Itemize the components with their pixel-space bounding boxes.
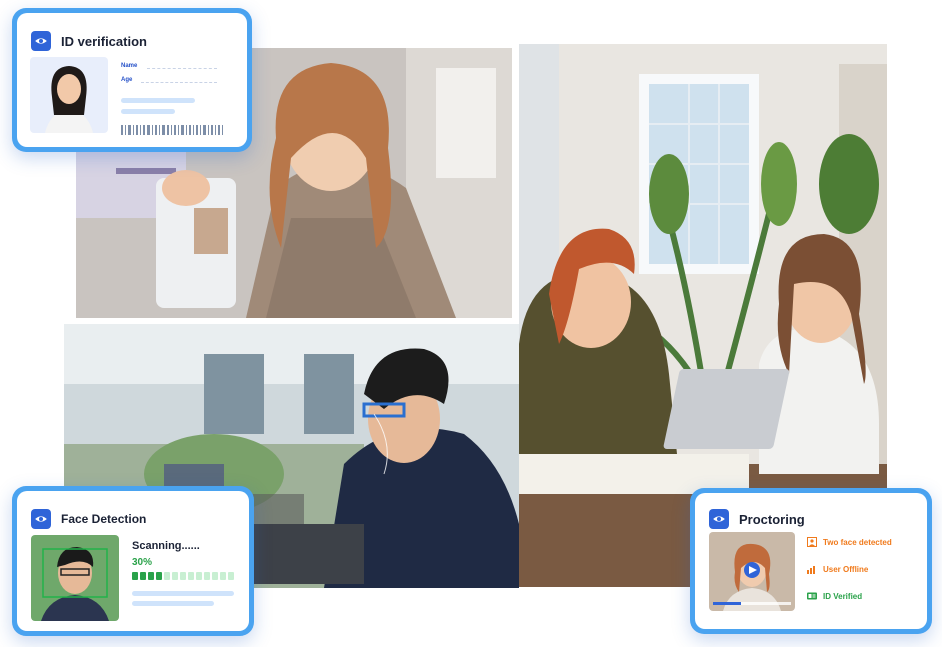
- name-field-line: [147, 68, 217, 69]
- face-detection-card: Face Detection Scanning...... 30%: [12, 486, 254, 636]
- age-label: Age: [121, 77, 133, 83]
- barcode: [121, 125, 233, 135]
- video-thumbnail[interactable]: [709, 532, 795, 611]
- id-portrait: [30, 57, 108, 133]
- card-title: ID verification: [61, 33, 147, 49]
- signal-icon: [807, 566, 815, 574]
- person-icon: [807, 537, 817, 547]
- info-bar: [121, 109, 175, 114]
- card-title: Proctoring: [739, 511, 805, 527]
- eye-icon: [31, 509, 51, 529]
- alert-id-verified: ID Verified: [807, 591, 862, 601]
- face-thumbnail: [31, 535, 119, 621]
- info-bar: [132, 601, 214, 606]
- id-card-icon: [807, 592, 817, 600]
- info-bar: [121, 98, 195, 103]
- scan-progress-bar: [132, 572, 234, 580]
- card-title: Face Detection: [61, 512, 147, 526]
- name-label: Name: [121, 63, 138, 69]
- proctoring-card: Proctoring Two face detected User Offlin…: [690, 488, 932, 634]
- eye-icon: [709, 509, 729, 529]
- info-bar: [132, 591, 234, 596]
- id-verification-card: ID verification Name Age: [12, 8, 252, 152]
- scan-percentage: 30%: [132, 557, 153, 568]
- age-field-line: [141, 82, 217, 83]
- alert-two-face: Two face detected: [807, 537, 892, 547]
- scanning-status: Scanning......: [132, 540, 200, 552]
- eye-icon: [31, 31, 51, 51]
- alert-user-offline: User Offline: [807, 564, 868, 574]
